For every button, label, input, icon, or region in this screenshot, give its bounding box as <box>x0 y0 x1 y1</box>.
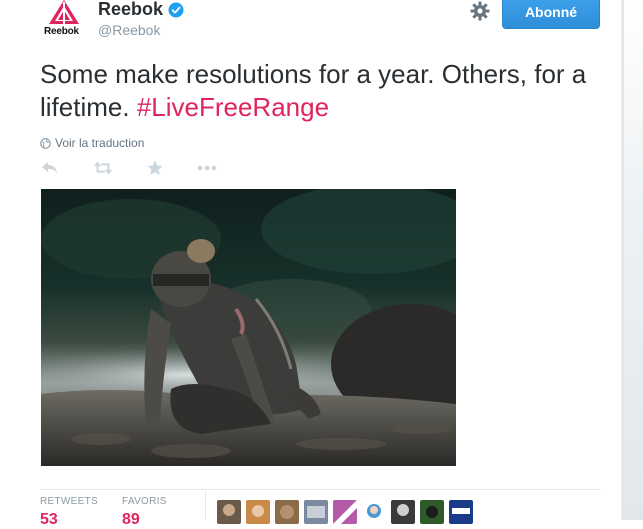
favorites-label: FAVORIS <box>122 496 167 507</box>
user-avatar[interactable] <box>304 500 328 524</box>
user-avatar[interactable] <box>449 500 473 524</box>
user-avatar[interactable] <box>246 500 270 524</box>
retweet-icon[interactable] <box>93 158 113 178</box>
verified-badge-icon <box>168 2 184 17</box>
retweets-stat[interactable]: RETWEETS 53 <box>40 496 98 529</box>
favorites-stat[interactable]: FAVORIS 89 <box>122 496 167 529</box>
account-handle[interactable]: @Reebok <box>98 22 160 38</box>
stats-divider <box>40 489 601 490</box>
user-avatar[interactable] <box>362 500 386 524</box>
hashtag-link[interactable]: #LiveFreeRange <box>137 92 329 122</box>
user-avatar[interactable] <box>275 500 299 524</box>
user-avatar[interactable] <box>420 500 444 524</box>
stats-separator <box>205 491 206 520</box>
account-name-row[interactable]: Reebok <box>98 0 184 20</box>
logo-text: Reebok <box>44 26 79 37</box>
retweets-count[interactable]: 53 <box>40 511 98 529</box>
user-avatar[interactable] <box>333 500 357 524</box>
tweet-photo[interactable] <box>41 189 456 466</box>
tweet-text: Some make resolutions for a year. Others… <box>40 58 600 124</box>
user-avatar[interactable] <box>217 500 241 524</box>
gear-icon[interactable] <box>470 1 490 21</box>
more-icon[interactable] <box>197 158 217 178</box>
account-name[interactable]: Reebok <box>98 0 163 20</box>
reply-icon[interactable] <box>40 158 60 178</box>
favorite-icon[interactable] <box>145 158 165 178</box>
translate-label[interactable]: Voir la traduction <box>55 136 144 150</box>
user-avatar[interactable] <box>391 500 415 524</box>
window-edge <box>621 0 643 520</box>
globe-icon <box>40 137 51 149</box>
favorites-count[interactable]: 89 <box>122 511 167 529</box>
tweet-actions <box>40 158 217 178</box>
favoriter-avatars <box>217 500 478 524</box>
follow-button[interactable]: Abonné <box>502 0 600 29</box>
translate-link[interactable]: Voir la traduction <box>40 136 144 150</box>
retweets-label: RETWEETS <box>40 496 98 507</box>
